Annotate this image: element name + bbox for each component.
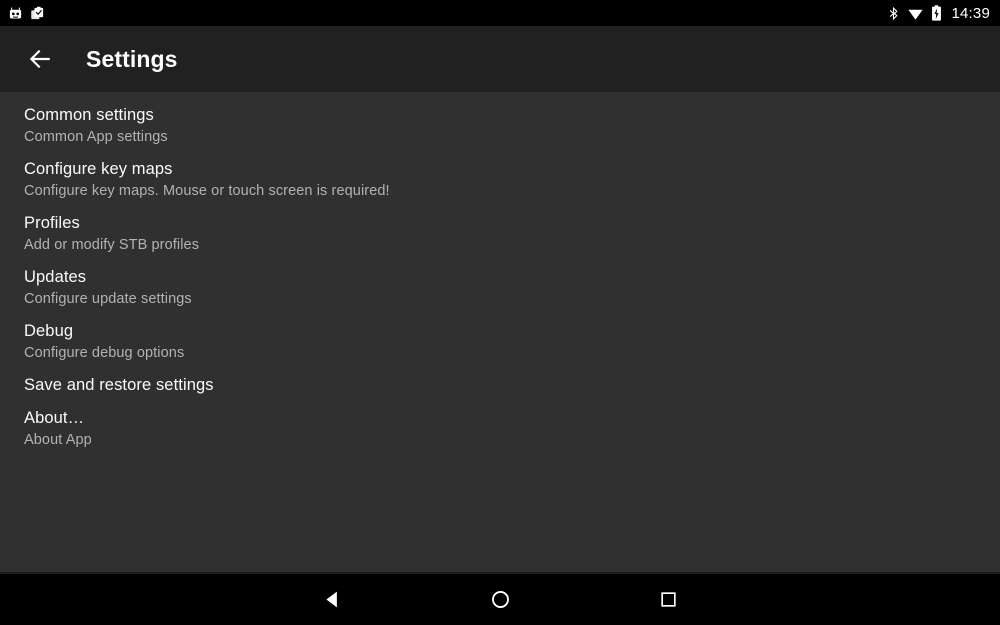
list-item-subtitle: Configure key maps. Mouse or touch scree… [24, 183, 390, 199]
android-device-screen: 14:39 Settings Common settings Common Ap… [0, 0, 1000, 625]
settings-item-updates[interactable]: Updates Configure update settings [0, 260, 1000, 314]
back-arrow-icon[interactable] [20, 39, 60, 79]
status-bar: 14:39 [0, 0, 1000, 26]
wifi-icon [907, 6, 924, 21]
list-item-title: About… [24, 409, 85, 427]
settings-list: Common settings Common App settings Conf… [0, 98, 1000, 455]
list-item-subtitle: Common App settings [24, 129, 168, 145]
robot-face-notification-icon [8, 6, 23, 21]
list-item-subtitle: Configure debug options [24, 345, 185, 361]
settings-item-profiles[interactable]: Profiles Add or modify STB profiles [0, 206, 1000, 260]
nav-back-button[interactable] [248, 574, 416, 625]
settings-content: Common settings Common App settings Conf… [0, 92, 1000, 572]
list-item-subtitle: Add or modify STB profiles [24, 237, 200, 253]
status-bar-system-icons: 14:39 [887, 5, 990, 22]
clipboard-check-notification-icon [30, 6, 45, 21]
status-bar-clock: 14:39 [951, 4, 990, 22]
app-bar: Settings [0, 26, 1000, 92]
list-item-subtitle: About App [24, 432, 92, 448]
list-item-title: Configure key maps [24, 160, 173, 178]
list-item-subtitle: Configure update settings [24, 291, 192, 307]
system-navigation-bar [0, 574, 1000, 625]
list-item-title: Profiles [24, 214, 80, 232]
settings-item-configure-key-maps[interactable]: Configure key maps Configure key maps. M… [0, 152, 1000, 206]
page-title: Settings [86, 45, 178, 72]
nav-home-button[interactable] [416, 574, 584, 625]
settings-item-debug[interactable]: Debug Configure debug options [0, 314, 1000, 368]
list-item-title: Debug [24, 322, 74, 340]
nav-recents-button[interactable] [584, 574, 752, 625]
bluetooth-icon [887, 6, 900, 21]
list-item-title: Common settings [24, 106, 154, 124]
settings-item-about[interactable]: About… About App [0, 401, 1000, 455]
settings-item-save-and-restore-settings[interactable]: Save and restore settings [0, 368, 1000, 401]
battery-charging-icon [931, 5, 942, 21]
settings-item-common-settings[interactable]: Common settings Common App settings [0, 98, 1000, 152]
list-item-title: Save and restore settings [24, 376, 214, 394]
status-bar-notification-icons [8, 6, 45, 21]
list-item-title: Updates [24, 268, 87, 286]
